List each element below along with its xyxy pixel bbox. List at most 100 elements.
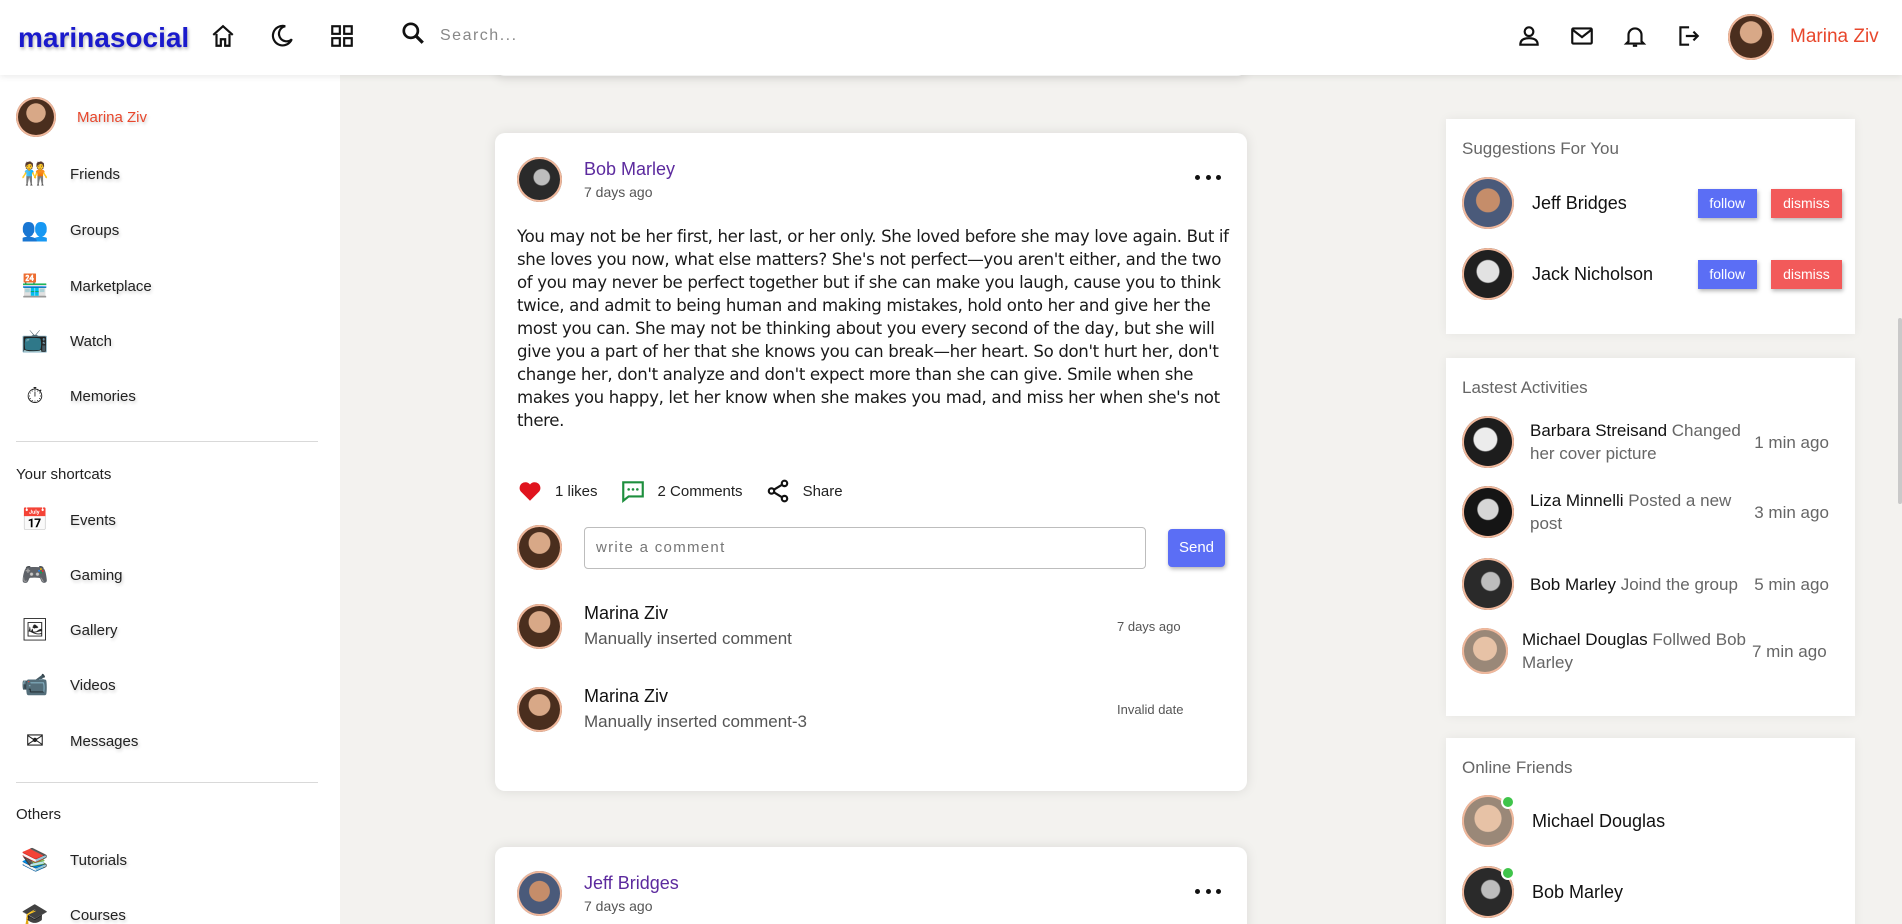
books-icon: 📚 xyxy=(21,847,49,872)
comment-item: Marina Ziv Manually inserted comment 7 d… xyxy=(517,603,1217,649)
sidebar-item-watch[interactable]: 📺 Watch xyxy=(16,322,112,360)
send-comment-button[interactable]: Send xyxy=(1168,528,1225,567)
like-button[interactable]: 1 likes xyxy=(517,478,598,504)
navbar-user[interactable]: Marina Ziv xyxy=(1728,14,1879,60)
activity-user[interactable]: Barbara Streisand xyxy=(1530,421,1667,440)
post-author[interactable]: Jeff Bridges xyxy=(584,873,679,894)
online-friend-item[interactable]: Bob Marley xyxy=(1462,866,1623,918)
likes-count: 1 likes xyxy=(555,482,598,500)
navbar-user-name: Marina Ziv xyxy=(1790,26,1879,47)
avatar xyxy=(16,97,56,137)
activities-card: Lastest Activities Barbara Streisand Cha… xyxy=(1446,358,1855,716)
sidebar-item-label: Friends xyxy=(70,165,121,183)
more-options-icon[interactable] xyxy=(1195,884,1221,898)
sidebar-item-label: Events xyxy=(70,511,116,529)
sidebar-item-gaming[interactable]: 🎮 Gaming xyxy=(16,556,123,594)
follow-button[interactable]: follow xyxy=(1697,188,1757,218)
avatar[interactable] xyxy=(1462,248,1514,300)
avatar[interactable] xyxy=(1462,486,1514,538)
online-friend-item[interactable]: Michael Douglas xyxy=(1462,795,1665,847)
calendar-icon: 📅 xyxy=(21,507,49,532)
online-friends-card: Online Friends Michael Douglas Bob Marle… xyxy=(1446,738,1855,924)
activity-item: Bob Marley Joind the group 5 min ago xyxy=(1462,558,1842,610)
avatar[interactable] xyxy=(1462,177,1514,229)
online-status-dot xyxy=(1501,795,1515,809)
online-friend-name: Bob Marley xyxy=(1532,881,1624,902)
dismiss-button[interactable]: dismiss xyxy=(1770,259,1842,289)
follow-button[interactable]: follow xyxy=(1697,259,1757,289)
comment-time: Invalid date xyxy=(1117,701,1184,717)
suggestions-title: Suggestions For You xyxy=(1462,139,1619,158)
sidebar-item-messages[interactable]: ✉ Messages xyxy=(16,722,139,760)
more-options-icon[interactable] xyxy=(1195,170,1221,184)
avatar[interactable] xyxy=(517,686,562,732)
post-card: Bob Marley 7 days ago You may not be her… xyxy=(495,133,1247,791)
search-input[interactable] xyxy=(440,26,700,45)
dismiss-button[interactable]: dismiss xyxy=(1770,188,1842,218)
post-actions: 1 likes 2 Comments Share xyxy=(517,478,865,504)
logout-icon[interactable] xyxy=(1674,22,1702,50)
sidebar-item-tutorials[interactable]: 📚 Tutorials xyxy=(16,841,127,879)
sidebar-item-videos[interactable]: 📹 Videos xyxy=(16,666,116,704)
sidebar-item-courses[interactable]: 🎓 Courses xyxy=(16,896,126,924)
page-scrollbar[interactable] xyxy=(1898,318,1902,504)
post-time: 7 days ago xyxy=(584,898,653,914)
comment-input[interactable] xyxy=(584,526,1146,569)
stopwatch-icon: ⏱ xyxy=(26,383,44,408)
sidebar-item-friends[interactable]: 🧑‍🤝‍🧑 Friends xyxy=(16,155,120,193)
sidebar-item-label: Marina Ziv xyxy=(77,108,148,126)
suggestions-card: Suggestions For You Jeff Bridges follow … xyxy=(1446,119,1855,334)
activity-user[interactable]: Bob Marley xyxy=(1530,575,1616,594)
divider xyxy=(16,441,318,442)
post-header: Jeff Bridges 7 days ago xyxy=(517,871,679,916)
sidebar-item-memories[interactable]: ⏱ Memories xyxy=(16,377,136,415)
profile-icon[interactable] xyxy=(1515,22,1543,50)
home-icon[interactable] xyxy=(209,22,237,50)
groups-icon: 👥 xyxy=(21,217,49,242)
comment-composer: Send xyxy=(517,525,1225,570)
sidebar-item-label: Courses xyxy=(70,906,126,924)
sidebar-item-marketplace[interactable]: 🏪 Marketplace xyxy=(16,267,151,305)
comment-text: Manually inserted comment xyxy=(584,629,792,648)
comments-button[interactable]: 2 Comments xyxy=(620,478,743,504)
share-button[interactable]: Share xyxy=(765,478,843,504)
suggestion-name[interactable]: Jeff Bridges xyxy=(1532,193,1698,214)
search-icon[interactable] xyxy=(400,20,426,51)
activity-user[interactable]: Liza Minnelli xyxy=(1530,491,1624,510)
activity-item: Michael Douglas Follwed Bob Marley 7 min… xyxy=(1462,628,1842,674)
sidebar-item-profile[interactable]: Marina Ziv xyxy=(16,97,147,137)
avatar[interactable] xyxy=(517,871,562,916)
activities-title: Lastest Activities xyxy=(1462,378,1588,397)
activity-user[interactable]: Michael Douglas xyxy=(1522,630,1648,649)
left-sidebar: Marina Ziv 🧑‍🤝‍🧑 Friends 👥 Groups 🏪 Mark… xyxy=(0,75,340,924)
activity-time: 1 min ago xyxy=(1754,432,1829,452)
comment-icon xyxy=(621,481,644,504)
suggestion-item: Jeff Bridges follow dismiss xyxy=(1462,177,1842,229)
marketplace-icon: 🏪 xyxy=(21,273,49,298)
comment-item: Marina Ziv Manually inserted comment-3 I… xyxy=(517,686,1217,732)
comment-author[interactable]: Marina Ziv xyxy=(584,686,1117,707)
avatar[interactable] xyxy=(1462,558,1514,610)
dark-mode-icon[interactable] xyxy=(268,22,296,50)
suggestion-item: Jack Nicholson follow dismiss xyxy=(1462,248,1842,300)
sidebar-item-events[interactable]: 📅 Events xyxy=(16,501,116,539)
avatar[interactable] xyxy=(1462,628,1508,674)
top-navbar: marinasocial Marina Ziv xyxy=(0,0,1902,75)
sidebar-item-label: Messages xyxy=(70,732,139,750)
sidebar-item-groups[interactable]: 👥 Groups xyxy=(16,211,119,249)
comment-author[interactable]: Marina Ziv xyxy=(584,603,1117,624)
sidebar-item-gallery[interactable]: 🖼 Gallery xyxy=(16,611,117,649)
avatar[interactable] xyxy=(517,157,562,202)
sidebar-item-label: Videos xyxy=(70,676,116,694)
avatar[interactable] xyxy=(1462,416,1514,468)
avatar[interactable] xyxy=(517,603,562,649)
post-author[interactable]: Bob Marley xyxy=(584,159,675,180)
mail-icon[interactable] xyxy=(1568,22,1596,50)
logo[interactable]: marinasocial xyxy=(18,22,189,54)
notifications-bell-icon[interactable] xyxy=(1621,22,1649,50)
sidebar-item-label: Memories xyxy=(70,387,136,405)
suggestion-name[interactable]: Jack Nicholson xyxy=(1532,264,1698,285)
online-friend-name: Michael Douglas xyxy=(1532,810,1666,831)
apps-grid-icon[interactable] xyxy=(328,22,356,50)
sidebar-item-label: Gaming xyxy=(70,566,123,584)
